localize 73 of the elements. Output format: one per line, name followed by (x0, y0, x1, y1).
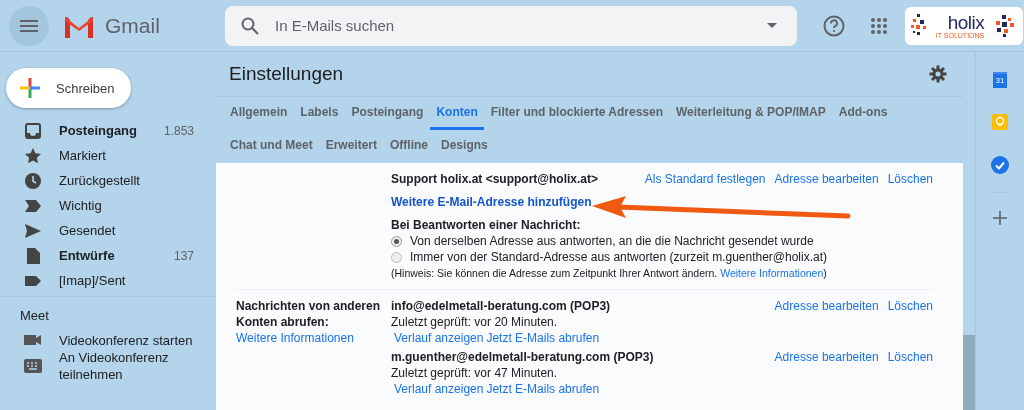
sidebar-item[interactable]: Posteingang 1.853 (0, 118, 216, 143)
app-name: Gmail (105, 13, 161, 38)
checkmark-icon[interactable] (991, 156, 1009, 174)
sidebar-item[interactable]: Videokonferenz starten (0, 327, 216, 353)
action-link[interactable]: Jetzt E-Mails abrufen (486, 382, 600, 396)
sidebar-item[interactable]: [Imap]/Sent (0, 268, 216, 293)
search-bar[interactable]: In E-Mails suchen (225, 5, 797, 46)
radio-button[interactable] (391, 235, 402, 247)
settings-tab[interactable]: Konten (430, 97, 484, 130)
add-address-link[interactable]: Weitere E-Mail-Adresse hinzufügen (391, 194, 592, 210)
account-address: Support holix.at <support@holix.at> (391, 171, 599, 187)
file-icon (24, 246, 42, 265)
plus-icon (18, 76, 42, 100)
search-field[interactable]: In E-Mails suchen (273, 16, 767, 35)
action-link[interactable]: Jetzt E-Mails abrufen (486, 331, 600, 345)
sidebar-item[interactable]: Wichtig (0, 193, 216, 218)
action-link[interactable]: Verlauf anzeigen (394, 382, 484, 396)
sidebar-item[interactable]: Gesendet (0, 218, 216, 243)
menu-button[interactable] (9, 5, 49, 46)
scrollbar-thumb[interactable] (963, 335, 975, 410)
calendar-icon[interactable]: 31 (993, 72, 1007, 88)
radio-button[interactable] (391, 251, 402, 263)
option-label: Von derselben Adresse aus antworten, an die die Nachricht gesendet wurde (410, 233, 814, 249)
hint-text: (Hinweis: Sie können die Adresse zum Zeitpunkt Ihrer Antwort ändern. Weitere Informationen) (391, 266, 828, 281)
plus-icon[interactable] (993, 211, 1007, 225)
action-link[interactable]: Löschen (887, 171, 933, 187)
section-heading: Meet (19, 307, 50, 325)
dots-icon (993, 13, 1017, 38)
compose-button[interactable]: Schreiben (6, 68, 131, 108)
action-link[interactable]: Adresse bearbeiten (774, 298, 879, 314)
search-icon (241, 16, 259, 35)
action-link[interactable]: Als Standard festlegen (644, 171, 766, 187)
account-address: info@edelmetall-beratung.com (POP3) (391, 298, 611, 314)
inbox-icon (24, 121, 42, 140)
menu-icon (20, 19, 38, 32)
settings-tab[interactable]: Posteingang (345, 97, 430, 130)
keyboard-icon (24, 359, 42, 373)
settings-tab[interactable]: Erweitert (319, 130, 384, 163)
section-heading: Bei Beantworten einer Nachricht: (391, 217, 581, 233)
status-text: Zuletzt geprüft: vor 20 Minuten. Verlauf anzeigen Jetzt E-Mails abrufen (391, 314, 601, 346)
help-icon[interactable] (823, 14, 845, 37)
caret-icon[interactable] (767, 23, 777, 28)
settings-icon[interactable] (929, 65, 947, 83)
action-link[interactable]: Löschen (887, 298, 933, 314)
settings-tab[interactable]: Chat und Meet (224, 130, 319, 163)
dots-icon (911, 13, 927, 38)
settings-tab[interactable]: Offline (384, 130, 435, 163)
settings-tab[interactable]: Filter und blockierte Adressen (484, 97, 669, 130)
option-label: Immer von der Standard-Adresse aus antworten (zurzeit m.guenther@holix.at) (410, 249, 828, 265)
settings-tab[interactable]: Add-ons (832, 97, 894, 130)
section-label: Nachrichten von anderen Konten abrufen: (236, 298, 382, 330)
video-camera-icon (24, 334, 42, 346)
action-link[interactable]: Verlauf anzeigen (394, 331, 484, 345)
send-icon (24, 221, 42, 240)
settings-tab[interactable]: Designs (435, 130, 494, 163)
logo-wordmark: holix (947, 12, 985, 32)
settings-tab[interactable]: Weiterleitung & POP/IMAP (670, 97, 832, 130)
sidebar-item[interactable]: Entwürfe 137 (0, 243, 216, 268)
clock-icon (24, 171, 42, 190)
settings-tab[interactable]: Allgemein (224, 97, 294, 130)
sidebar-item[interactable]: Markiert (0, 143, 216, 168)
info-link[interactable]: Weitere Informationen (236, 331, 354, 345)
action-link[interactable]: Adresse bearbeiten (774, 171, 879, 187)
action-link[interactable]: Löschen (887, 349, 933, 365)
settings-tab[interactable]: Labels (294, 97, 345, 130)
account-address: m.guenther@edelmetall-beratung.com (POP3) (391, 349, 654, 365)
sidebar-item[interactable]: An Videokonferenz teilnehmen (0, 353, 216, 379)
page-title: Einstellungen (229, 63, 344, 85)
apps-grid-icon[interactable] (871, 17, 887, 34)
action-link[interactable]: Adresse bearbeiten (774, 349, 879, 365)
sidebar-item[interactable]: Zurückgestellt (0, 168, 216, 193)
status-text: Zuletzt geprüft: vor 47 Minuten. Verlauf anzeigen Jetzt E-Mails abrufen (391, 365, 601, 397)
star-icon (24, 146, 42, 165)
